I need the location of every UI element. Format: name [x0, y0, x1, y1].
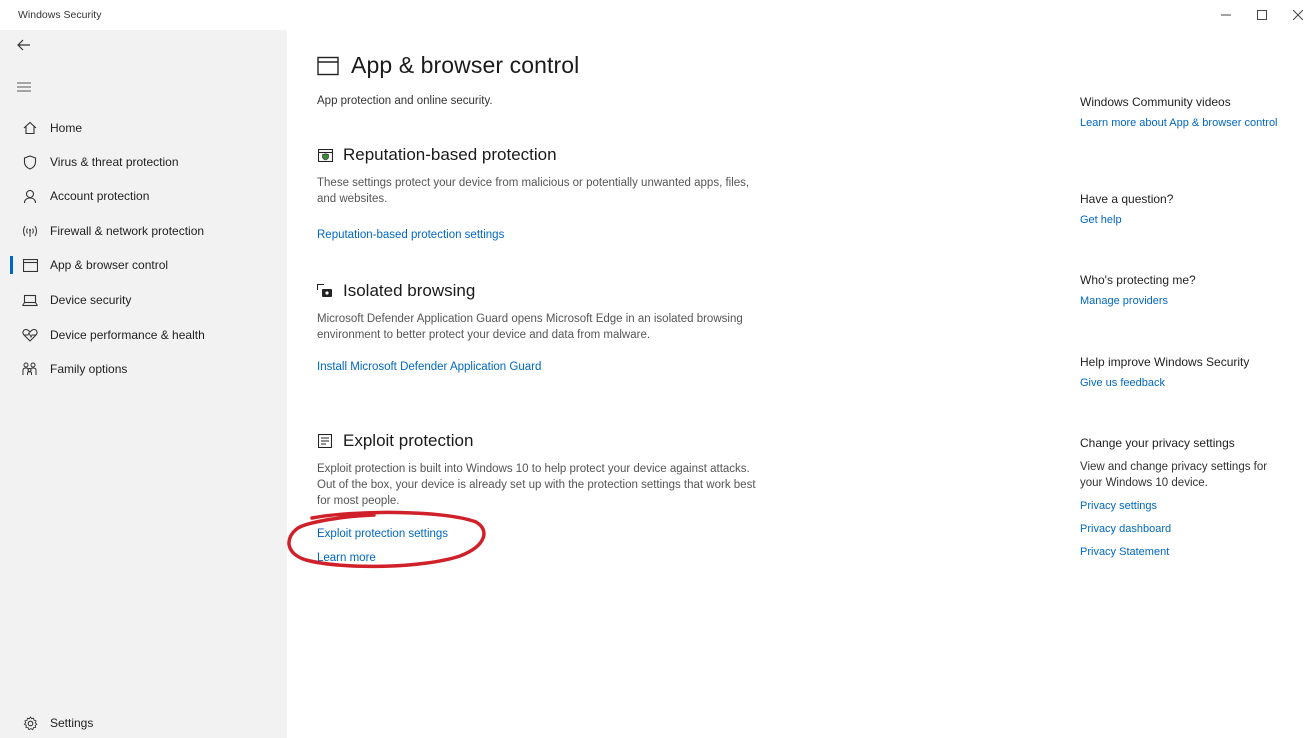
improve-block: Help improve Windows Security Give us fe…	[1080, 355, 1300, 391]
sidebar-item-family-options[interactable]: Family options	[0, 354, 287, 384]
family-icon	[20, 359, 40, 379]
sidebar-item-label: Device performance & health	[50, 328, 205, 342]
sidebar-item-label: Device security	[50, 293, 132, 307]
section-description: Exploit protection is built into Windows…	[317, 463, 756, 507]
privacy-description: View and change privacy settings for you…	[1080, 461, 1268, 489]
sidebar-item-account-protection[interactable]: Account protection	[0, 181, 287, 211]
sidebar-item-label: Home	[50, 121, 83, 135]
minimize-icon	[1221, 14, 1231, 16]
reputation-icon	[317, 147, 333, 163]
privacy-block: Change your privacy settings View and ch…	[1080, 436, 1300, 560]
minimize-button[interactable]	[1208, 0, 1244, 30]
exploit-protection-icon	[317, 433, 333, 449]
selection-indicator	[10, 256, 13, 274]
sidebar-item-label: Virus & threat protection	[50, 155, 179, 169]
person-icon	[20, 186, 40, 206]
heart-pulse-icon	[20, 325, 40, 345]
maximize-button[interactable]	[1244, 0, 1280, 30]
section-description: Microsoft Defender Application Guard ope…	[317, 313, 743, 341]
get-help-link[interactable]: Get help	[1080, 212, 1300, 228]
shield-icon	[20, 152, 40, 172]
maximize-icon	[1257, 10, 1267, 20]
sidebar-item-device-performance[interactable]: Device performance & health	[0, 320, 287, 350]
sidebar-item-label: Settings	[50, 716, 94, 730]
page-header: App & browser control	[317, 52, 579, 79]
home-icon	[20, 118, 40, 138]
learn-more-app-browser-link[interactable]: Learn more about App & browser control	[1080, 115, 1300, 131]
main-content: App & browser control App protection and…	[287, 30, 1047, 738]
privacy-settings-link[interactable]: Privacy settings	[1080, 498, 1300, 514]
exploit-protection-settings-link[interactable]: Exploit protection settings	[317, 528, 448, 540]
section-isolated-browsing: Isolated browsing Microsoft Defender App…	[317, 279, 757, 375]
sidebar-item-device-security[interactable]: Device security	[0, 285, 287, 315]
wifi-antenna-icon	[20, 221, 40, 241]
isolated-browsing-icon	[317, 283, 333, 299]
rp-heading: Help improve Windows Security	[1080, 355, 1250, 369]
question-block: Have a question? Get help	[1080, 192, 1300, 228]
menu-button[interactable]	[13, 76, 35, 98]
laptop-icon	[20, 290, 40, 310]
privacy-statement-link[interactable]: Privacy Statement	[1080, 544, 1300, 560]
privacy-dashboard-link[interactable]: Privacy dashboard	[1080, 521, 1300, 537]
back-button[interactable]	[13, 34, 35, 56]
title-bar: Windows Security	[0, 0, 1316, 30]
page-subtitle: App protection and online security.	[317, 95, 493, 107]
sidebar-item-label: Family options	[50, 362, 128, 376]
sidebar-item-settings[interactable]: Settings	[0, 708, 287, 738]
sidebar-item-label: Firewall & network protection	[50, 224, 205, 238]
community-videos-block: Windows Community videos Learn more abou…	[1080, 95, 1300, 131]
sidebar-item-label: Account protection	[50, 189, 150, 203]
give-feedback-link[interactable]: Give us feedback	[1080, 375, 1300, 391]
section-title: Isolated browsing	[343, 281, 476, 300]
close-button[interactable]	[1280, 0, 1316, 30]
rp-heading: Have a question?	[1080, 192, 1174, 206]
rp-heading: Change your privacy settings	[1080, 436, 1235, 450]
app-window-icon	[20, 255, 40, 275]
learn-more-link[interactable]: Learn more	[317, 552, 376, 564]
sidebar-item-app-browser-control[interactable]: App & browser control	[0, 250, 287, 280]
app-window-icon	[317, 56, 339, 75]
sidebar-item-label: App & browser control	[50, 258, 169, 272]
sidebar-item-home[interactable]: Home	[0, 113, 287, 143]
section-title: Exploit protection	[343, 431, 474, 450]
back-arrow-icon	[17, 39, 30, 51]
section-title: Reputation-based protection	[343, 145, 557, 164]
app-title: Windows Security	[18, 9, 102, 21]
section-description: These settings protect your device from …	[317, 177, 750, 205]
section-exploit-protection: Exploit protection Exploit protection is…	[317, 429, 757, 566]
install-application-guard-link[interactable]: Install Microsoft Defender Application G…	[317, 361, 541, 373]
close-icon	[1293, 10, 1303, 20]
reputation-settings-link[interactable]: Reputation-based protection settings	[317, 229, 504, 241]
manage-providers-link[interactable]: Manage providers	[1080, 293, 1300, 309]
protecting-block: Who's protecting me? Manage providers	[1080, 273, 1300, 309]
rp-heading: Who's protecting me?	[1080, 273, 1196, 287]
gear-icon	[20, 713, 40, 733]
hamburger-menu-icon	[17, 82, 31, 92]
section-reputation: Reputation-based protection These settin…	[317, 143, 757, 243]
sidebar-item-virus-threat[interactable]: Virus & threat protection	[0, 147, 287, 177]
sidebar-item-firewall[interactable]: Firewall & network protection	[0, 216, 287, 246]
rp-heading: Windows Community videos	[1080, 95, 1231, 109]
sidebar: Home Virus & threat protection Account p…	[0, 30, 287, 738]
page-title: App & browser control	[351, 52, 580, 78]
window-controls	[1208, 0, 1316, 30]
